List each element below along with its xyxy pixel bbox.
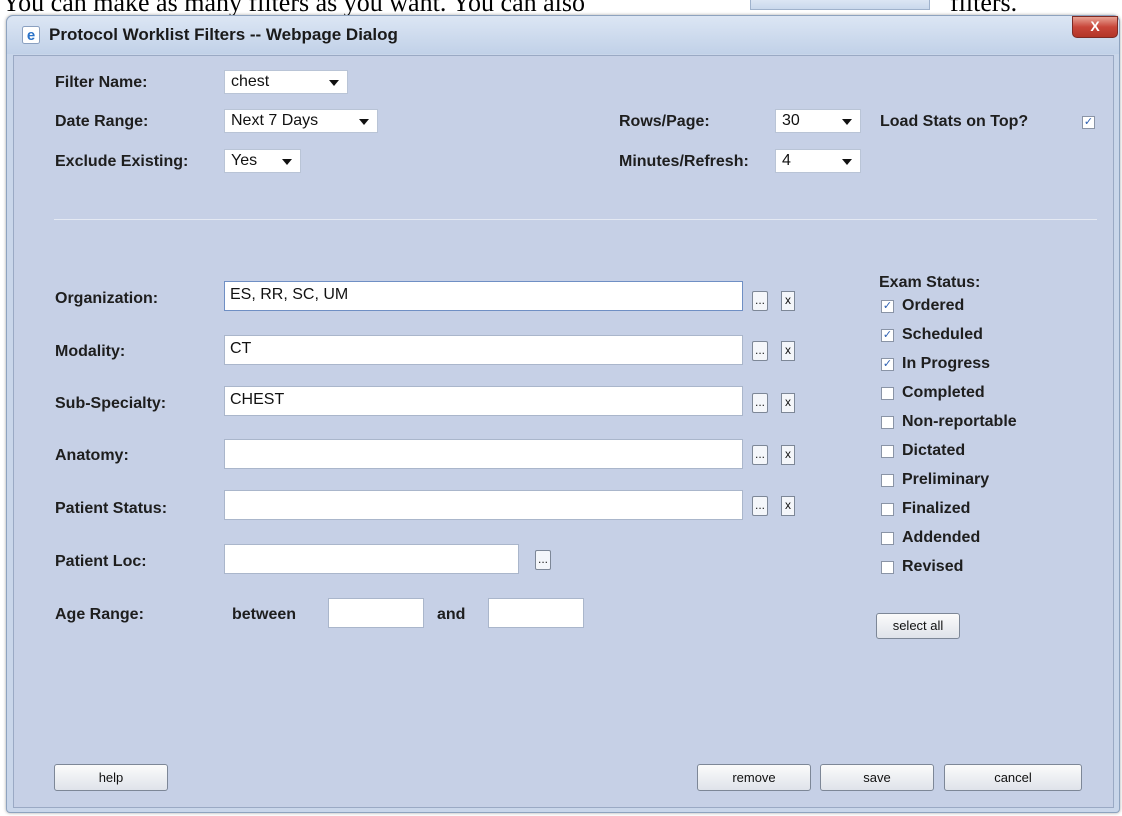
close-button[interactable]: X — [1072, 16, 1118, 38]
exclude-existing-select[interactable]: Yes — [224, 149, 301, 173]
exam-status-checkbox[interactable] — [881, 387, 894, 400]
exam-status-checkbox[interactable]: ✓ — [881, 358, 894, 371]
select-all-button[interactable]: select all — [876, 613, 960, 639]
patient-loc-input[interactable] — [224, 544, 519, 574]
exam-status-label: Non-reportable — [902, 413, 1017, 430]
exam-status-checkbox[interactable] — [881, 445, 894, 458]
rows-per-page-value: 30 — [782, 112, 800, 129]
organization-input[interactable]: ES, RR, SC, UM — [224, 281, 743, 311]
exam-status-label: In Progress — [902, 355, 991, 372]
modality-input[interactable]: CT — [224, 335, 743, 365]
svg-text:e: e — [27, 27, 35, 44]
filter-name-value: chest — [231, 73, 270, 90]
subspecialty-browse-button[interactable]: ... — [752, 393, 768, 413]
minutes-refresh-value: 4 — [782, 152, 791, 169]
section-divider — [54, 219, 1097, 220]
exclude-existing-label: Exclude Existing: — [55, 153, 189, 170]
dialog-window: e Protocol Worklist Filters -- Webpage D… — [6, 15, 1120, 813]
age-max-input[interactable] — [488, 598, 584, 628]
minutes-refresh-label: Minutes/Refresh: — [619, 153, 749, 170]
patient-status-browse-button[interactable]: ... — [752, 496, 768, 516]
age-min-input[interactable] — [328, 598, 424, 628]
subspecialty-input[interactable]: CHEST — [224, 386, 743, 416]
dialog-content: Filter Name: chest Date Range: Next 7 Da… — [13, 55, 1114, 808]
save-button[interactable]: save — [820, 764, 934, 791]
chevron-down-icon — [282, 159, 292, 165]
modality-value: CT — [230, 340, 252, 357]
exam-status-label: Ordered — [902, 297, 965, 314]
patient-status-clear-button[interactable]: x — [781, 496, 795, 516]
organization-label: Organization: — [55, 290, 159, 307]
anatomy-browse-button[interactable]: ... — [752, 445, 768, 465]
exam-status-checkbox[interactable] — [881, 503, 894, 516]
anatomy-input[interactable] — [224, 439, 743, 469]
patient-status-label: Patient Status: — [55, 500, 168, 517]
exam-status-checkbox[interactable] — [881, 416, 894, 429]
remove-button[interactable]: remove — [697, 764, 811, 791]
exam-status-label: Scheduled — [902, 326, 983, 343]
modality-label: Modality: — [55, 343, 126, 360]
dialog-title: Protocol Worklist Filters -- Webpage Dia… — [49, 25, 398, 44]
and-label: and — [437, 606, 466, 623]
filter-name-select[interactable]: chest — [224, 70, 348, 94]
load-stats-checkbox[interactable]: ✓ — [1082, 116, 1095, 129]
modality-browse-button[interactable]: ... — [752, 341, 768, 361]
load-stats-label: Load Stats on Top? — [880, 113, 1029, 130]
exam-status-label: Addended — [902, 529, 981, 546]
subspecialty-clear-button[interactable]: x — [781, 393, 795, 413]
chevron-down-icon — [329, 80, 339, 86]
exclude-existing-value: Yes — [231, 152, 258, 169]
anatomy-label: Anatomy: — [55, 447, 129, 464]
exam-status-heading: Exam Status: — [879, 274, 981, 291]
patient-loc-browse-button[interactable]: ... — [535, 550, 551, 570]
patient-status-input[interactable] — [224, 490, 743, 520]
between-label: between — [232, 606, 297, 623]
minutes-refresh-select[interactable]: 4 — [775, 149, 861, 173]
exam-status-checkbox[interactable] — [881, 532, 894, 545]
exam-status-checkbox[interactable]: ✓ — [881, 329, 894, 342]
organization-value: ES, RR, SC, UM — [230, 286, 349, 303]
rows-per-page-label: Rows/Page: — [619, 113, 710, 130]
modality-clear-button[interactable]: x — [781, 341, 795, 361]
exam-status-label: Completed — [902, 384, 985, 401]
age-range-label: Age Range: — [55, 606, 144, 623]
internet-explorer-icon: e — [22, 26, 40, 44]
exam-status-label: Preliminary — [902, 471, 990, 488]
date-range-select[interactable]: Next 7 Days — [224, 109, 378, 133]
chevron-down-icon — [842, 159, 852, 165]
cancel-button[interactable]: cancel — [944, 764, 1082, 791]
help-button[interactable]: help — [54, 764, 168, 791]
date-range-label: Date Range: — [55, 113, 149, 130]
document-inline-button-image — [750, 0, 930, 10]
subspecialty-value: CHEST — [230, 391, 285, 408]
subspecialty-label: Sub-Specialty: — [55, 395, 167, 412]
exam-status-checkbox[interactable] — [881, 561, 894, 574]
exam-status-checkbox[interactable]: ✓ — [881, 300, 894, 313]
dialog-titlebar[interactable]: e Protocol Worklist Filters -- Webpage D… — [7, 16, 1119, 54]
exam-status-label: Revised — [902, 558, 964, 575]
exam-status-label: Dictated — [902, 442, 966, 459]
rows-per-page-select[interactable]: 30 — [775, 109, 861, 133]
exam-status-label: Finalized — [902, 500, 971, 517]
chevron-down-icon — [842, 119, 852, 125]
chevron-down-icon — [359, 119, 369, 125]
date-range-value: Next 7 Days — [231, 112, 319, 129]
patient-loc-label: Patient Loc: — [55, 553, 147, 570]
anatomy-clear-button[interactable]: x — [781, 445, 795, 465]
exam-status-checkbox[interactable] — [881, 474, 894, 487]
organization-browse-button[interactable]: ... — [752, 291, 768, 311]
filter-name-label: Filter Name: — [55, 74, 148, 91]
organization-clear-button[interactable]: x — [781, 291, 795, 311]
